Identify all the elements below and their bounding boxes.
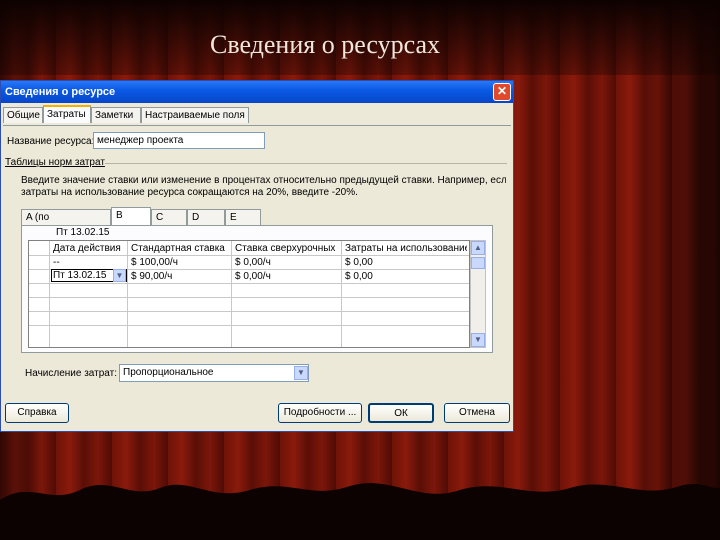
cell-standard-rate-row2[interactable]: $ 90,00/ч (131, 270, 172, 283)
cell-overtime-rate-row1[interactable]: $ 0,00/ч (235, 256, 271, 269)
cell-date-row1[interactable]: -- (53, 256, 60, 269)
tab-custom-fields[interactable]: Настраиваемые поля (141, 107, 249, 123)
resource-name-label: Название ресурса: (7, 136, 95, 147)
resource-name-field[interactable]: менеджер проекта (93, 132, 265, 149)
cost-rate-grid: Дата действия Стандартная ставка Ставка … (28, 240, 470, 348)
grid-row-line (29, 311, 469, 312)
column-header-per-use-cost[interactable]: Затраты на использование (345, 242, 467, 255)
cell-standard-rate-row1[interactable]: $ 100,00/ч (131, 256, 178, 269)
grid-edit-value[interactable]: Пт 13.02.15 (56, 226, 109, 239)
scroll-down-icon[interactable]: ▼ (471, 333, 485, 347)
tab-costs[interactable]: Затраты (43, 105, 91, 123)
cell-overtime-rate-row2[interactable]: $ 0,00/ч (235, 270, 271, 283)
column-header-overtime-rate[interactable]: Ставка сверхурочных (235, 242, 339, 255)
ok-button[interactable]: ОК (368, 403, 434, 423)
close-icon[interactable]: ✕ (493, 83, 511, 101)
cell-per-use-cost-row1[interactable]: $ 0,00 (345, 256, 373, 269)
rate-tab-c[interactable]: C (151, 209, 187, 225)
instructions-line-2: затраты на использование ресурса сокраща… (21, 187, 358, 198)
help-button[interactable]: Справка (5, 403, 69, 423)
rate-tab-e[interactable]: E (225, 209, 261, 225)
tab-general[interactable]: Общие (3, 107, 43, 123)
grid-row-line (29, 325, 469, 326)
grid-row-header-line (49, 241, 50, 347)
grid-column-line (341, 241, 342, 347)
details-button[interactable]: Подробности ... (278, 403, 362, 423)
rate-tab-b[interactable]: B (111, 207, 151, 225)
instructions-line-1: Введите значение ставки или изменение в … (21, 175, 506, 186)
rate-tab-a[interactable]: A (по умолчанию) (21, 209, 111, 239)
tab-notes[interactable]: Заметки (91, 107, 141, 123)
dialog-title: Сведения о ресурсе (5, 86, 116, 98)
cost-accrual-value: Пропорциональное (123, 367, 214, 378)
grid-column-line (127, 241, 128, 347)
grid-row-line (29, 283, 469, 284)
cancel-button[interactable]: Отмена (444, 403, 510, 423)
dialog-titlebar[interactable]: Сведения о ресурсе ✕ (1, 81, 513, 103)
scroll-thumb[interactable] (471, 257, 485, 269)
cell-per-use-cost-row2[interactable]: $ 0,00 (345, 270, 373, 283)
column-header-effective-date[interactable]: Дата действия (53, 242, 125, 255)
scroll-up-icon[interactable]: ▲ (471, 241, 485, 255)
slide-title: Сведения о ресурсах (209, 30, 440, 59)
chevron-down-icon[interactable]: ▼ (294, 366, 308, 380)
cost-accrual-select[interactable]: Пропорциональное (119, 364, 309, 382)
grid-column-line (231, 241, 232, 347)
chevron-down-icon[interactable]: ▼ (113, 269, 126, 282)
rate-tab-d[interactable]: D (187, 209, 225, 225)
column-header-standard-rate[interactable]: Стандартная ставка (131, 242, 229, 255)
tab-panel-border (3, 125, 511, 126)
cost-tables-label: Таблицы норм затрат (5, 157, 105, 168)
resource-info-dialog: Сведения о ресурсе ✕ Общие Затраты Замет… (0, 80, 514, 432)
section-divider (105, 163, 507, 164)
grid-row-line (29, 297, 469, 298)
cost-accrual-label: Начисление затрат: (25, 368, 117, 379)
grid-scrollbar[interactable]: ▲ ▼ (470, 240, 486, 348)
rate-table-panel: Пт 13.02.15 Дата действия Стандартная ст… (21, 225, 493, 353)
stage-floor (0, 483, 720, 540)
